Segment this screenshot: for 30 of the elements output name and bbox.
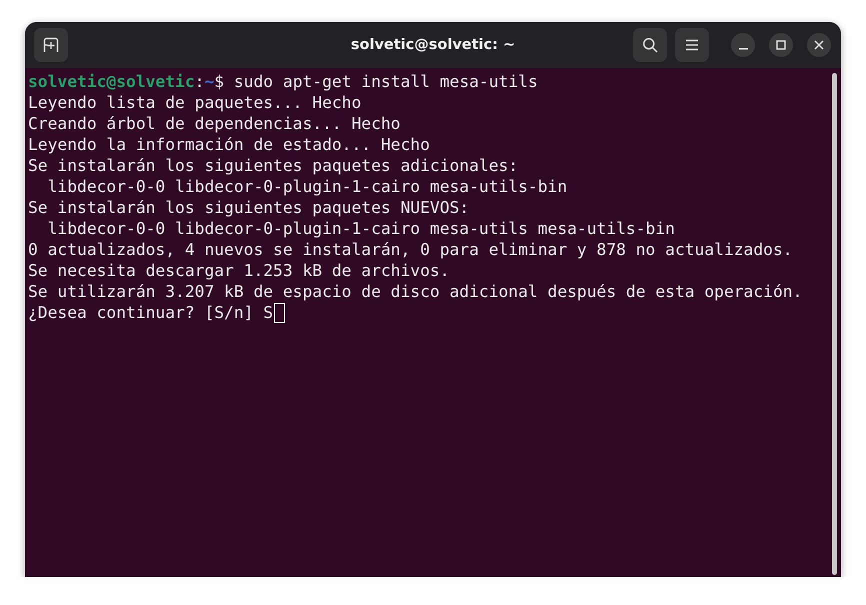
prompt-path: ~ xyxy=(204,71,214,92)
output-line: Se instalarán los siguientes paquetes NUEVOS: xyxy=(28,197,470,218)
window-title: solvetic@solvetic: ~ xyxy=(350,37,516,53)
search-button[interactable] xyxy=(633,28,667,62)
new-tab-icon xyxy=(43,37,59,53)
new-tab-button[interactable] xyxy=(34,28,68,62)
prompt-separator: : xyxy=(194,71,204,92)
output-line: Leyendo la información de estado... Hecho xyxy=(28,134,430,155)
close-button[interactable] xyxy=(807,33,831,57)
minimize-icon xyxy=(738,48,748,50)
scrollbar[interactable] xyxy=(832,73,837,575)
prompt-symbol: $ xyxy=(214,71,224,92)
search-icon xyxy=(642,37,658,53)
output-line: Leyendo lista de paquetes... Hecho xyxy=(28,92,362,113)
command-text: sudo apt-get install mesa-utils xyxy=(232,71,538,92)
prompt-user-host: solvetic@solvetic xyxy=(28,71,195,92)
maximize-icon xyxy=(776,40,786,50)
output-line: libdecor-0-0 libdecor-0-plugin-1-cairo mesa-utils mesa-utils-bin xyxy=(46,218,675,239)
output-line: Creando árbol de dependencias... Hecho xyxy=(28,113,400,134)
menu-button[interactable] xyxy=(675,28,709,62)
minimize-button[interactable] xyxy=(731,33,755,57)
output-line: Se necesita descargar 1.253 kB de archivos. xyxy=(28,260,450,281)
output-line: libdecor-0-0 libdecor-0-plugin-1-cairo mesa-utils-bin xyxy=(46,176,568,197)
maximize-button[interactable] xyxy=(769,33,793,57)
output-line: Se utilizarán 3.207 kB de espacio de disco adicional después de esta operación. xyxy=(28,281,802,302)
close-icon xyxy=(814,40,824,50)
output-line: Se instalarán los siguientes paquetes adicionales: xyxy=(28,155,518,176)
output-line: 0 actualizados, 4 nuevos se instalarán, 0 para eliminar y 878 no actualizados. xyxy=(28,239,793,260)
menu-icon xyxy=(685,39,699,51)
input-line: ¿Desea continuar? [S/n] S xyxy=(28,302,274,323)
